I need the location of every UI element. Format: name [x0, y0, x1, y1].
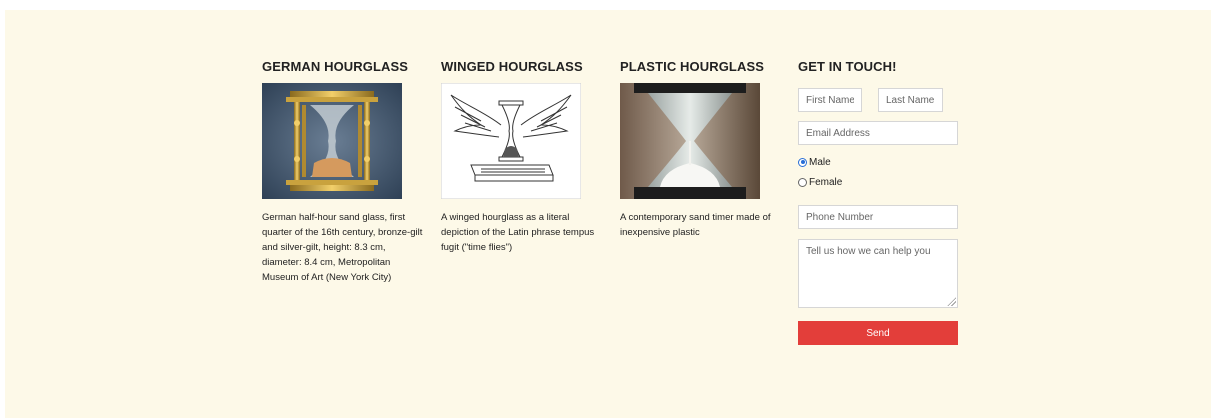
product-caption: A contemporary sand timer made of inexpe… [620, 212, 771, 238]
product-title: GERMAN HOURGLASS [262, 59, 409, 74]
product-german-hourglass: GERMAN HOURGLASS German half-hour sand g… [262, 59, 432, 285]
radio-female[interactable] [798, 177, 807, 187]
last-name-input[interactable] [878, 88, 943, 112]
message-textarea[interactable] [798, 239, 958, 308]
product-caption: A winged hourglass as a literal depictio… [441, 212, 595, 253]
radio-label-female: Female [809, 176, 843, 188]
first-name-input[interactable] [798, 88, 862, 112]
product-title: PLASTIC HOURGLASS [620, 59, 764, 74]
gender-option-male[interactable]: Male [798, 155, 831, 169]
product-plastic-hourglass: PLASTIC HOURGLASS A contemporary sand ti… [620, 59, 790, 240]
email-input[interactable] [798, 121, 958, 145]
plastic-hourglass-image [620, 83, 760, 199]
radio-label-male: Male [809, 156, 831, 168]
winged-hourglass-image [441, 83, 581, 199]
product-caption: German half-hour sand glass, first quart… [262, 212, 423, 283]
german-hourglass-image [262, 83, 402, 199]
radio-male[interactable] [798, 157, 807, 167]
gender-option-female[interactable]: Female [798, 175, 842, 189]
contact-form: GET IN TOUCH! Male Female Send [798, 59, 968, 345]
resize-grip-icon[interactable] [947, 297, 956, 306]
product-title: WINGED HOURGLASS [441, 59, 583, 74]
phone-input[interactable] [798, 205, 958, 229]
product-winged-hourglass: WINGED HOURGLASS A winged hourglass as a… [441, 59, 611, 255]
send-button[interactable]: Send [798, 321, 958, 345]
